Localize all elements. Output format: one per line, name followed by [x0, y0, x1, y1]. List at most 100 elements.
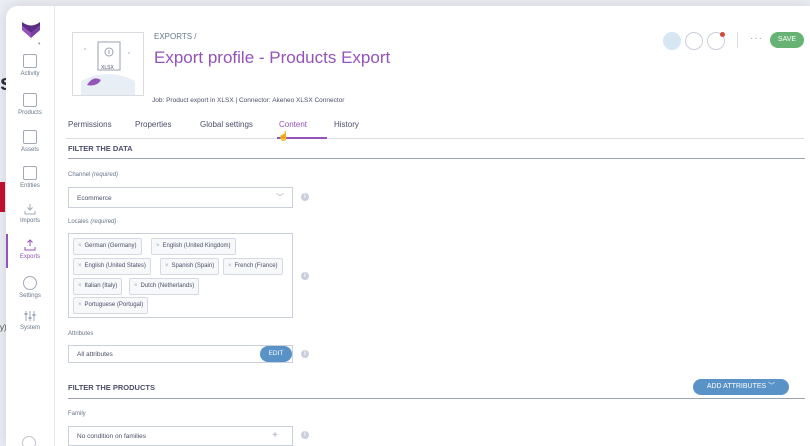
- logo-menu-dot: •: [38, 41, 41, 48]
- section-divider: [68, 158, 805, 159]
- locales-required-text: (required): [90, 219, 117, 225]
- channel-label: Channel (required): [68, 172, 118, 178]
- sidebar-item-products[interactable]: Products: [6, 93, 54, 116]
- locale-chip-label: French (France): [234, 263, 278, 269]
- info-icon[interactable]: i: [301, 193, 309, 201]
- tab-properties[interactable]: Properties: [135, 120, 171, 129]
- page-title: Export profile - Products Export: [154, 48, 391, 67]
- image-icon: [23, 130, 37, 144]
- locale-chip-label: Spanish (Spain): [171, 263, 215, 269]
- sidebar-item-label: Exports: [19, 254, 41, 260]
- sidebar-item-label: Entities: [20, 183, 40, 189]
- locales-label-text: Locales: [68, 219, 89, 225]
- add-attributes-button[interactable]: ADD ATTRIBUTES ﹀: [693, 379, 789, 395]
- info-icon[interactable]: i: [301, 272, 309, 280]
- sidebar-item-label: System: [19, 325, 40, 331]
- channel-select[interactable]: Ecommerce ﹀: [68, 187, 293, 208]
- remove-icon[interactable]: ×: [78, 283, 82, 289]
- akeneo-logo-icon[interactable]: [20, 18, 42, 40]
- locale-chip-label: Portuguese (Portugal): [84, 302, 144, 308]
- thumbnail-label: XLSX: [101, 65, 114, 71]
- family-label: Family: [68, 411, 86, 417]
- main-sidebar: • Activity Products Assets Entities Impo…: [6, 6, 55, 446]
- xlsx-file-illustration-icon: [81, 41, 135, 95]
- remove-icon[interactable]: ×: [165, 263, 169, 269]
- locale-chip[interactable]: × English (United States): [73, 258, 151, 275]
- alert-dot: [720, 32, 725, 37]
- remove-icon[interactable]: ×: [156, 243, 160, 249]
- locale-chip[interactable]: × German (Germany): [73, 238, 142, 255]
- locale-chip-label: German (Germany): [84, 243, 137, 249]
- remove-icon[interactable]: ×: [78, 302, 82, 308]
- sidebar-item-assets[interactable]: Assets: [6, 130, 54, 153]
- remove-icon[interactable]: ×: [228, 263, 232, 269]
- user-avatar[interactable]: [663, 32, 681, 50]
- locale-chip[interactable]: × French (France): [223, 258, 283, 275]
- header-divider: [737, 32, 738, 48]
- section-title-filter-data: FILTER THE DATA: [68, 144, 133, 153]
- chevron-down-icon: ﹀: [276, 193, 284, 202]
- locale-chip[interactable]: × Dutch (Netherlands): [129, 278, 200, 295]
- remove-icon[interactable]: ×: [78, 243, 82, 249]
- dashboard-grid-icon: [23, 54, 37, 68]
- section-divider: [68, 398, 805, 399]
- sidebar-item-activity[interactable]: Activity: [6, 54, 54, 77]
- info-icon[interactable]: i: [301, 431, 309, 439]
- sidebar-item-imports[interactable]: Imports: [6, 203, 54, 224]
- edit-attributes-button[interactable]: EDIT: [260, 346, 292, 362]
- family-filter-field[interactable]: No condition on families +: [68, 426, 293, 446]
- locale-chip-label: English (United Kingdom): [162, 243, 231, 249]
- tab-permissions[interactable]: Permissions: [68, 120, 112, 129]
- section-title-filter-products: FILTER THE PRODUCTS: [68, 383, 155, 392]
- more-options-icon[interactable]: ···: [750, 33, 763, 44]
- locales-label: Locales (required): [68, 219, 116, 225]
- attributes-label: Attributes: [68, 331, 94, 337]
- export-profile-thumbnail: XLSX: [72, 32, 144, 96]
- download-tray-icon: [24, 203, 36, 215]
- locale-chip[interactable]: × Spanish (Spain): [160, 258, 220, 275]
- channel-required-text: (required): [92, 172, 119, 178]
- info-icon[interactable]: i: [301, 350, 309, 358]
- entities-table-icon: [23, 166, 37, 180]
- add-attributes-label: ADD ATTRIBUTES: [706, 383, 767, 390]
- help-icon[interactable]: [22, 436, 36, 446]
- locales-multiselect[interactable]: × German (Germany) × English (United Kingd…: [68, 233, 293, 318]
- locale-chip[interactable]: × English (United Kingdom): [151, 238, 236, 255]
- family-filter-value: No condition on families: [77, 433, 147, 440]
- chevron-down-icon: ﹀: [768, 383, 776, 390]
- akeneo-window: • Activity Products Assets Entities Impo…: [6, 6, 810, 446]
- main-content: XLSX EXPORTS / Export profile - Products…: [64, 6, 810, 446]
- locale-chip[interactable]: × Italian (Italy): [73, 278, 123, 295]
- tab-history[interactable]: History: [334, 120, 359, 129]
- gear-icon: [23, 276, 37, 290]
- notification-icon[interactable]: [685, 32, 703, 50]
- sidebar-item-label: Products: [18, 110, 42, 116]
- job-connector-info: Job: Product export in XLSX | Connector:…: [152, 97, 345, 104]
- sidebar-item-settings[interactable]: Settings: [6, 276, 54, 299]
- locale-chip-label: Dutch (Netherlands): [140, 283, 195, 289]
- sync-icon[interactable]: [707, 32, 725, 50]
- remove-icon[interactable]: ×: [78, 263, 82, 269]
- save-button[interactable]: SAVE: [770, 32, 804, 48]
- sidebar-item-system[interactable]: System: [6, 310, 54, 331]
- sidebar-item-label: Assets: [20, 147, 39, 153]
- clipboard-icon: [23, 93, 37, 107]
- locale-chip-label: Italian (Italy): [84, 283, 118, 289]
- upload-tray-icon: [24, 239, 36, 251]
- breadcrumb[interactable]: EXPORTS /: [154, 32, 197, 41]
- sidebar-item-entities[interactable]: Entities: [6, 166, 54, 189]
- channel-select-value: Ecommerce: [77, 195, 112, 202]
- sidebar-item-label: Imports: [19, 218, 40, 224]
- tab-content[interactable]: Content: [279, 120, 307, 129]
- sidebar-item-label: Activity: [20, 71, 40, 77]
- locale-chip-label: English (United States): [84, 263, 146, 269]
- remove-icon[interactable]: ×: [134, 283, 138, 289]
- background-red-element: [0, 182, 5, 212]
- attributes-value: All attributes: [77, 351, 113, 358]
- locale-chip[interactable]: × Portuguese (Portugal): [73, 297, 149, 314]
- tab-global-settings[interactable]: Global settings: [200, 120, 253, 129]
- mouse-pointer-icon: ☝: [278, 131, 290, 141]
- plus-icon[interactable]: +: [272, 430, 278, 441]
- sidebar-item-label: Settings: [19, 293, 41, 299]
- sidebar-item-exports[interactable]: Exports: [6, 239, 54, 260]
